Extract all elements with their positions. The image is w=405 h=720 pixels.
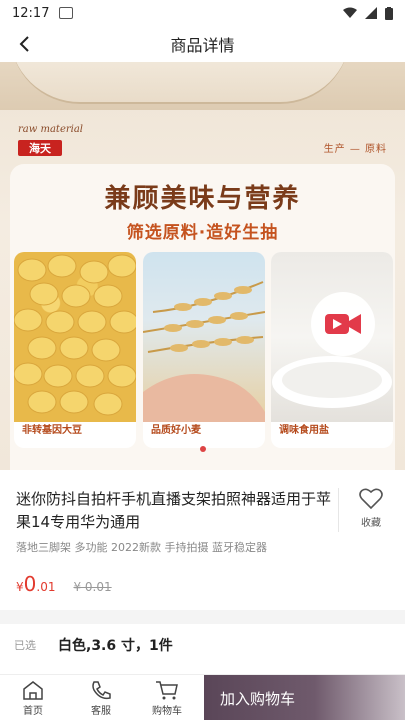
- video-camera-icon: [325, 314, 361, 334]
- chevron-left-icon: [19, 36, 29, 52]
- previous-image-strip: [0, 62, 405, 110]
- headline: 兼顾美味与营养: [104, 184, 301, 214]
- back-button[interactable]: [10, 30, 38, 58]
- raw-material-caption: raw material: [18, 124, 83, 135]
- tab-cart[interactable]: 购物车: [138, 675, 196, 720]
- section-tag: 生产 — 原料: [323, 144, 387, 155]
- add-to-cart-button[interactable]: 加入购物车: [204, 675, 405, 720]
- brand-logo: 海天: [18, 140, 62, 156]
- signal-icon: [365, 7, 377, 19]
- ingredient-label: 调味食用盐: [279, 425, 329, 436]
- original-price: ¥ 0.01: [73, 580, 112, 594]
- ingredient-tile-salt: 调味食用盐: [271, 252, 393, 448]
- ingredient-card: 兼顾美味与营养 筛选原料·造好生抽 非转基因大豆 品质好小麦 调味食用盐: [10, 164, 395, 470]
- heart-icon: [359, 488, 383, 510]
- status-bar: 12:17: [0, 0, 405, 26]
- selected-value: 白色,3.6 寸，1件: [58, 638, 173, 654]
- product-image-carousel[interactable]: raw material 海天 生产 — 原料 兼顾美味与营养 筛选原料·造好生…: [0, 62, 405, 470]
- tab-service-label: 客服: [91, 705, 111, 717]
- ingredient-label: 品质好小麦: [151, 425, 201, 436]
- bottom-action-bar: 首页 客服 购物车 加入购物车: [0, 674, 405, 720]
- soybean-image: [14, 252, 136, 422]
- ingredient-label: 非转基因大豆: [22, 425, 82, 436]
- price-integer: 0: [23, 572, 37, 596]
- section-divider: [0, 610, 405, 624]
- product-detail-page: 12:17 商品详情 raw material 海天 生产 — 原料 兼顾美味与…: [0, 0, 405, 720]
- nav-bar: 商品详情: [0, 26, 405, 62]
- price-decimal: .01: [36, 580, 56, 594]
- cart-icon: [156, 680, 178, 699]
- wheat-image: [143, 252, 265, 422]
- selected-spec-row[interactable]: 已选 白色,3.6 寸，1件: [0, 624, 405, 666]
- product-tags: 落地三脚架 多功能 2022新款 手持拍摄 蓝牙稳定器: [16, 541, 267, 554]
- soybean-illustration: [14, 254, 136, 416]
- battery-icon: [385, 6, 393, 20]
- status-icons: [343, 6, 393, 20]
- wheat-illustration: [143, 281, 265, 422]
- product-info: 迷你防抖自拍杆手机直播支架拍照神器适用于苹果14专用华为通用 收藏 落地三脚架 …: [0, 470, 405, 610]
- price: ¥ 0 .01 ¥ 0.01: [16, 572, 112, 596]
- favorite-button[interactable]: 收藏: [348, 488, 394, 534]
- tab-customer-service[interactable]: 客服: [72, 675, 130, 720]
- tab-cart-label: 购物车: [152, 705, 182, 717]
- divider: [338, 488, 339, 532]
- wifi-icon: [343, 7, 357, 18]
- ingredient-tiles: 非转基因大豆 品质好小麦 调味食用盐: [14, 252, 394, 448]
- home-icon: [23, 680, 43, 700]
- tab-home[interactable]: 首页: [4, 675, 62, 720]
- carousel-indicator-dot: [200, 446, 206, 452]
- plate-image: [10, 62, 350, 104]
- tab-home-label: 首页: [23, 705, 43, 717]
- price-currency: ¥: [16, 580, 24, 594]
- notification-icon: [59, 7, 74, 19]
- ingredient-tile-wheat: 品质好小麦: [143, 252, 265, 448]
- phone-icon: [92, 680, 111, 699]
- ingredient-tile-soybean: 非转基因大豆: [14, 252, 136, 448]
- favorite-label: 收藏: [361, 518, 381, 529]
- subheadline: 筛选原料·造好生抽: [126, 223, 279, 243]
- selected-label: 已选: [14, 639, 36, 652]
- page-title: 商品详情: [170, 36, 235, 55]
- video-play-button[interactable]: [311, 292, 375, 356]
- product-title: 迷你防抖自拍杆手机直播支架拍照神器适用于苹果14专用华为通用: [16, 490, 332, 531]
- salt-image: [271, 252, 393, 422]
- status-time: 12:17: [12, 5, 50, 21]
